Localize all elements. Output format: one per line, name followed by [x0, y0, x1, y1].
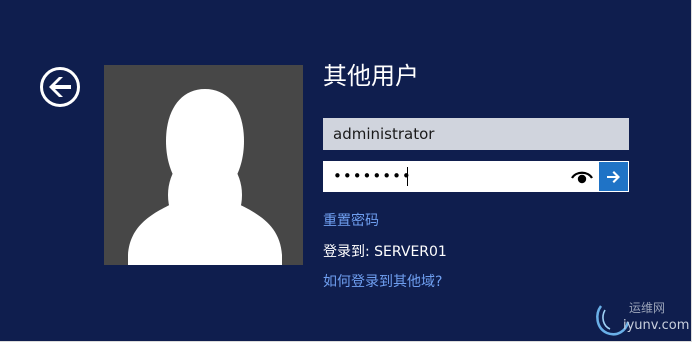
eye-icon[interactable] [571, 168, 593, 185]
arrow-right-icon [606, 170, 621, 183]
back-button[interactable] [40, 67, 80, 107]
password-value: •••••••• [333, 167, 412, 185]
watermark-text-top: 运维网 [629, 301, 666, 315]
password-field[interactable]: •••••••• [323, 161, 629, 192]
avatar [104, 65, 303, 265]
watermark-text-bottom: iyunv.com [623, 318, 690, 333]
username-field[interactable]: administrator [323, 118, 629, 150]
watermark: 运维网 iyunv.com [593, 298, 689, 340]
other-domain-link[interactable]: 如何登录到其他域? [323, 272, 442, 292]
text-caret [407, 167, 408, 186]
lock-screen: 其他用户 administrator •••••••• 重置密码 登录到: SE… [0, 0, 692, 342]
user-silhouette-icon [128, 89, 282, 265]
back-arrow-icon [49, 77, 71, 97]
page-title: 其他用户 [323, 62, 419, 90]
submit-button[interactable] [599, 162, 628, 191]
signin-to-label: 登录到: SERVER01 [323, 244, 447, 260]
reset-password-link[interactable]: 重置密码 [323, 211, 379, 231]
